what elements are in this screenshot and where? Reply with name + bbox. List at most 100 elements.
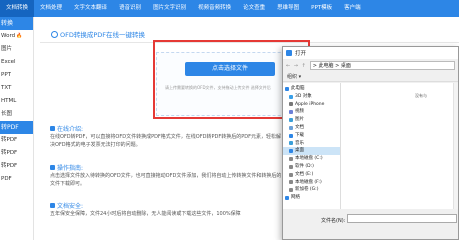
tree-item-label: 本地磁盘 (F:) xyxy=(295,179,322,185)
tree-item-0[interactable]: 此电脑 xyxy=(283,85,340,93)
sidebar-item-convert-2[interactable]: Excel xyxy=(0,56,33,69)
folder-icon xyxy=(289,94,293,99)
sidebar-item-topdf-2[interactable]: 转PDF xyxy=(0,160,33,173)
ofd-icon xyxy=(51,30,58,38)
tree-item-7[interactable]: 音乐 xyxy=(283,140,340,148)
tree-item-9[interactable]: 本地磁盘 (C:) xyxy=(283,155,340,163)
tree-item-10[interactable]: 软件 (D:) xyxy=(283,163,340,171)
nav-item-7[interactable]: 思维导图 xyxy=(271,0,305,17)
filename-input[interactable] xyxy=(347,214,457,223)
nav-item-8[interactable]: PPT模板 xyxy=(305,0,338,17)
sidebar-item-convert-4[interactable]: TXT xyxy=(0,82,33,95)
section-icon xyxy=(50,126,55,131)
sidebar-item-topdf-1[interactable]: 转PDF xyxy=(0,147,33,160)
tree-item-13[interactable]: 新加卷 (G:) xyxy=(283,186,340,194)
sidebar-header-convert: 转换 xyxy=(0,17,33,30)
section-icon xyxy=(50,203,55,208)
tree-item-label: 新加卷 (G:) xyxy=(295,187,319,193)
organize-menu[interactable]: 组织 ▾ xyxy=(287,73,301,80)
sidebar-item-convert-0[interactable]: Word🔥 xyxy=(0,30,33,43)
tree-item-label: 此电脑 xyxy=(291,86,305,91)
nav-item-9[interactable]: 客户端 xyxy=(338,0,367,17)
tree-item-8[interactable]: 桌面 xyxy=(283,147,340,156)
folder-icon xyxy=(289,125,293,130)
tree-item-2[interactable]: Apple iPhone xyxy=(283,101,340,109)
folder-icon xyxy=(289,180,293,185)
sidebar-item-label: Word xyxy=(1,33,16,39)
folder-icon xyxy=(289,110,293,115)
section-guide-text: 点击选择文件放入待转换的OFD文件，也可直接拖动OFD文件添加，我们将自动上传转… xyxy=(50,173,282,187)
tree-item-6[interactable]: 下载 xyxy=(283,132,340,140)
address-bar[interactable]: > 此电脑 > 桌面 xyxy=(309,61,455,70)
tree-item-5[interactable]: 文档 xyxy=(283,124,340,132)
app-icon xyxy=(286,50,292,56)
address-bar-row: ← → ↑ > 此电脑 > 桌面 xyxy=(283,59,458,72)
open-file-dialog: 打开 ← → ↑ > 此电脑 > 桌面 组织 ▾ 此电脑 3D 对象 Apple i… xyxy=(282,46,459,240)
tree-item-1[interactable]: 3D 对象 xyxy=(283,93,340,101)
nav-item-4[interactable]: 图片文字识别 xyxy=(147,0,192,17)
sidebar-item-label: Excel xyxy=(1,59,16,65)
tree-item-3[interactable]: 视频 xyxy=(283,108,340,116)
sidebar-item-convert-1[interactable]: 图片 xyxy=(0,43,33,56)
dialog-toolbar: 组织 ▾ xyxy=(283,72,458,82)
section-security-title: 文档安全: xyxy=(50,201,83,210)
folder-icon xyxy=(289,149,293,154)
sidebar-item-label: PPT xyxy=(1,72,11,78)
folder-icon xyxy=(289,118,293,123)
folder-icon xyxy=(289,188,293,193)
tree-item-label: 网络 xyxy=(291,195,300,201)
dialog-title: 打开 xyxy=(295,51,307,57)
folder-icon xyxy=(289,102,293,107)
folder-icon xyxy=(289,141,293,146)
page-title-text: OFD转换成PDF在线一键转换 xyxy=(60,31,146,39)
file-list-scrollbar[interactable] xyxy=(453,83,458,209)
top-nav: 文档转换 文档处理 文字文本翻译 语音识别 图片文字识别 视频音频转换 论文查重 思维导图 PP… xyxy=(0,0,459,17)
tree-item-14[interactable]: 网络 xyxy=(283,194,340,202)
sidebar-item-label: 转PDF xyxy=(1,150,18,156)
dialog-body: 此电脑 3D 对象 Apple iPhone 视频 图片 文档 下载音乐 桌面 本地磁盘 (C:… xyxy=(283,83,458,209)
sidebar-item-label: 长图 xyxy=(1,111,13,117)
tree-item-11[interactable]: 文档 (E:) xyxy=(283,171,340,179)
tree-item-label: 软件 (D:) xyxy=(295,163,314,169)
sidebar-item-topdf-0[interactable]: 转PDF xyxy=(0,134,33,147)
folder-icon xyxy=(289,172,293,177)
hot-icon: 🔥 xyxy=(16,33,23,39)
nav-item-5[interactable]: 视频音频转换 xyxy=(192,0,237,17)
nav-item-0[interactable]: 文档转换 xyxy=(0,0,35,17)
sidebar-item-label: HTML xyxy=(1,98,17,104)
tree-item-label: 文档 (E:) xyxy=(295,171,314,177)
section-intro-text: 在线OFD转PDF，可以直接将OFD文件转换成PDF格式文件，在线OFD转PDF… xyxy=(50,134,281,148)
section-security-text: 五年保安全保障，文件24小时后将自动删除，无人能阅读或下载这些文件，100%保障 xyxy=(50,211,241,217)
tree-item-label: 下载 xyxy=(295,132,304,138)
folder-icon xyxy=(289,164,293,169)
sidebar-item-label: 转PDF xyxy=(1,163,18,169)
sidebar-item-convert-3[interactable]: PPT xyxy=(0,69,33,82)
section-intro-label: 在线介绍: xyxy=(57,126,84,133)
nav-item-2[interactable]: 文字文本翻译 xyxy=(68,0,113,17)
sidebar-item-convert-5[interactable]: HTML xyxy=(0,95,33,108)
nav-tree: 此电脑 3D 对象 Apple iPhone 视频 图片 文档 下载音乐 桌面 本地磁盘 (C:… xyxy=(283,83,341,209)
sidebar-header-to-pdf: 转PDF xyxy=(0,121,33,134)
tree-item-label: Apple iPhone xyxy=(295,101,325,107)
tree-item-label: 3D 对象 xyxy=(295,93,312,99)
sidebar-item-topdf-3[interactable]: PDF xyxy=(0,173,33,186)
sidebar-item-label: 图片 xyxy=(1,46,13,52)
page-title: OFD转换成PDF在线一键转换 xyxy=(51,29,145,39)
folder-icon xyxy=(289,157,293,162)
section-icon xyxy=(50,165,55,170)
filename-label: 文件名(N): xyxy=(321,218,346,224)
nav-arrows-icon[interactable]: ← → ↑ xyxy=(286,63,307,69)
tree-item-12[interactable]: 本地磁盘 (F:) xyxy=(283,179,340,187)
folder-icon xyxy=(285,86,289,91)
sidebar-item-convert-6[interactable]: 长图 xyxy=(0,108,33,121)
nav-item-6[interactable]: 论文查重 xyxy=(237,0,271,17)
empty-message: 没有与 xyxy=(415,93,427,98)
file-list[interactable]: 没有与 xyxy=(341,83,458,209)
section-guide-title: 操作指南: xyxy=(50,163,83,172)
dialog-footer: 文件名(N): xyxy=(283,209,458,239)
tree-item-label: 视频 xyxy=(295,109,304,115)
tree-item-4[interactable]: 图片 xyxy=(283,116,340,124)
nav-item-1[interactable]: 文档处理 xyxy=(34,0,68,17)
nav-item-3[interactable]: 语音识别 xyxy=(113,0,147,17)
folder-icon xyxy=(289,133,293,138)
